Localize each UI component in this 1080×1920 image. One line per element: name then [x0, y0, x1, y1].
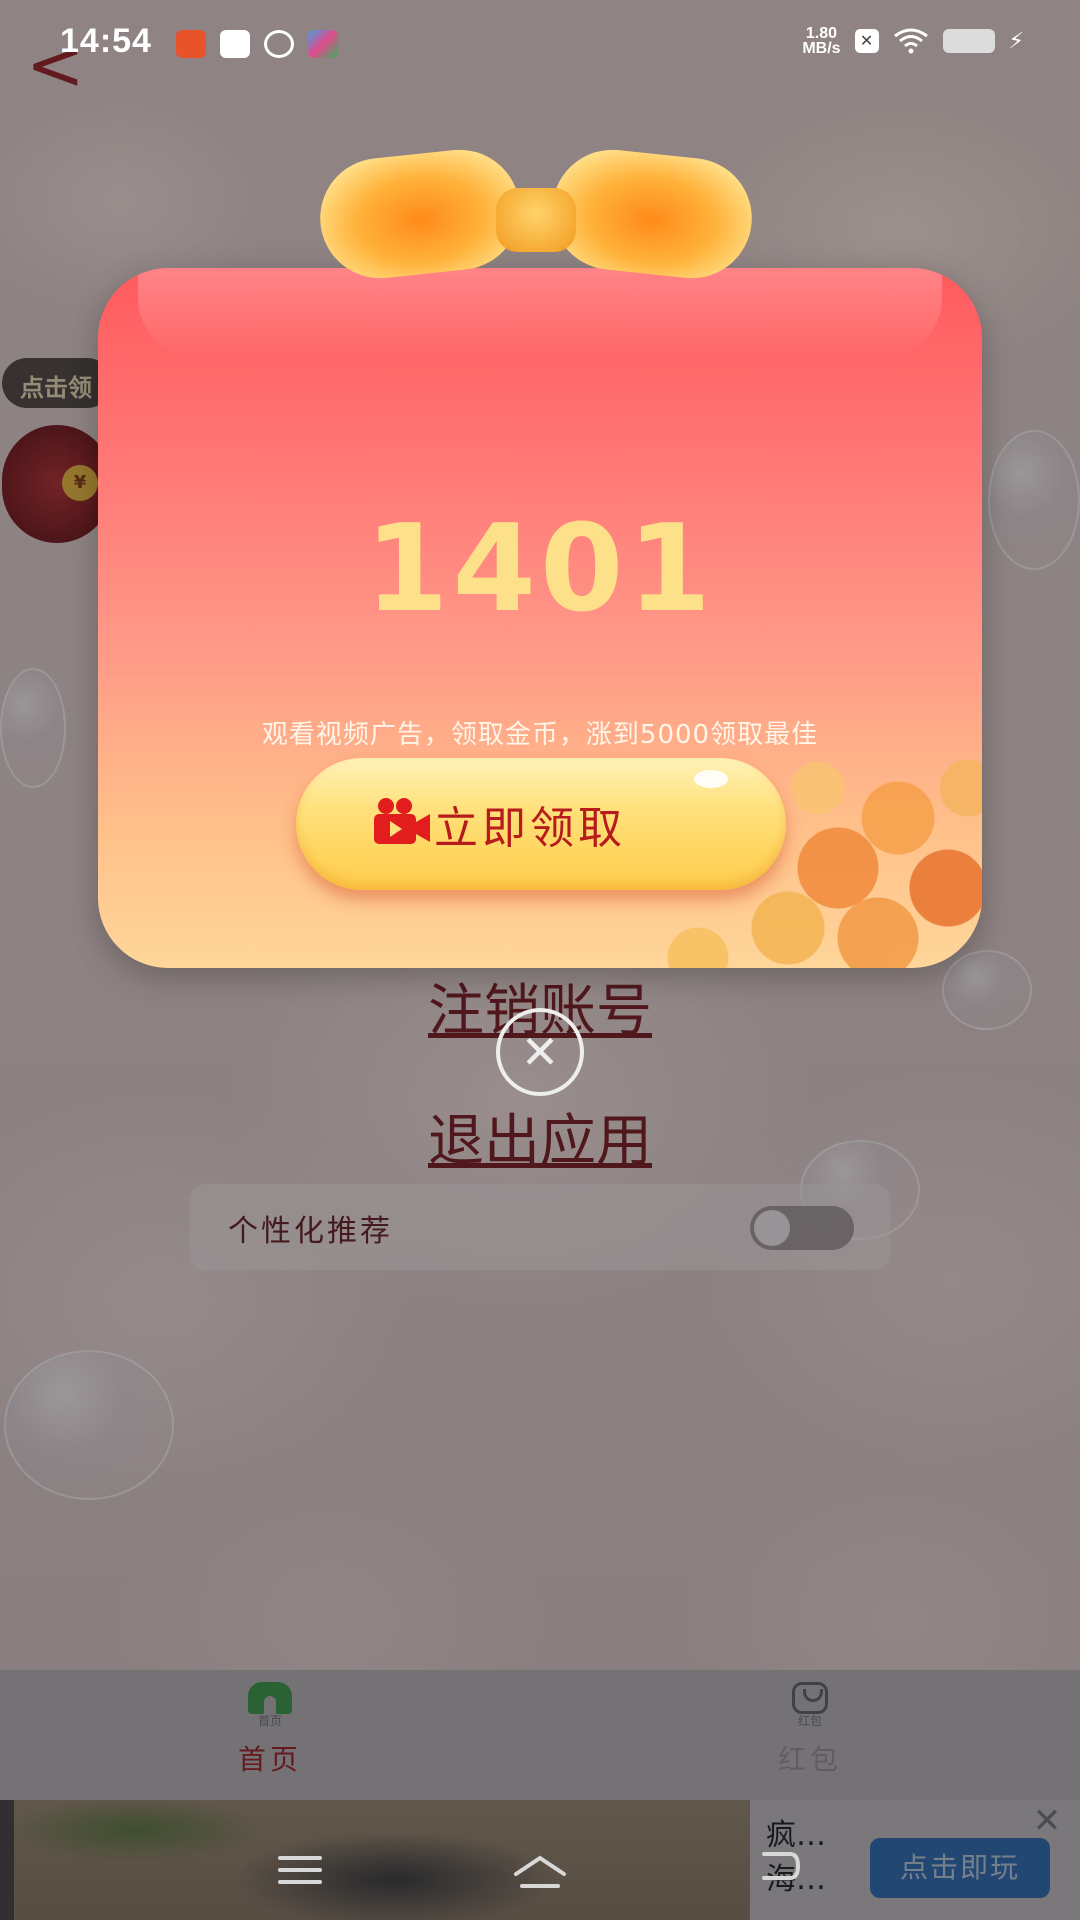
- net-speed: 1.80 MB/s: [802, 25, 841, 57]
- bow-knot: [496, 188, 576, 252]
- close-circle-icon[interactable]: ✕: [496, 1008, 584, 1096]
- status-time: 14:54: [60, 22, 152, 60]
- system-back-icon[interactable]: [756, 1848, 802, 1890]
- net-speed-value: 1.80: [805, 25, 837, 42]
- battery-icon: [942, 29, 995, 53]
- wifi-icon: [893, 28, 928, 54]
- bow-loop-right: [546, 143, 758, 285]
- planet-icon: [264, 30, 294, 58]
- gift-bow: [314, 143, 758, 288]
- app-notification-icon: [176, 30, 206, 58]
- bow-loop-left: [314, 143, 526, 285]
- coin-count: 1401: [365, 500, 715, 639]
- video-camera-icon: [374, 798, 430, 844]
- notification-icons: [176, 30, 338, 58]
- reward-popup: 1401 观看视频广告，领取金币，涨到5000领取最佳 立即领取: [98, 268, 982, 968]
- button-shine: [694, 770, 728, 788]
- system-home-icon[interactable]: [512, 1852, 568, 1892]
- net-speed-unit: MB/s: [802, 40, 841, 57]
- sim-off-icon: ✕: [854, 29, 879, 53]
- charging-icon: ⚡: [1008, 28, 1024, 54]
- game-icon: [308, 30, 338, 58]
- system-menu-button[interactable]: [278, 1856, 322, 1892]
- claim-now-label: 立即领取: [434, 803, 626, 854]
- claim-now-button[interactable]: 立即领取: [296, 758, 786, 890]
- mail-icon: [220, 30, 250, 58]
- popup-description: 观看视频广告，领取金币，涨到5000领取最佳: [261, 720, 819, 750]
- system-status: 1.80 MB/s ✕ ⚡: [802, 25, 1024, 57]
